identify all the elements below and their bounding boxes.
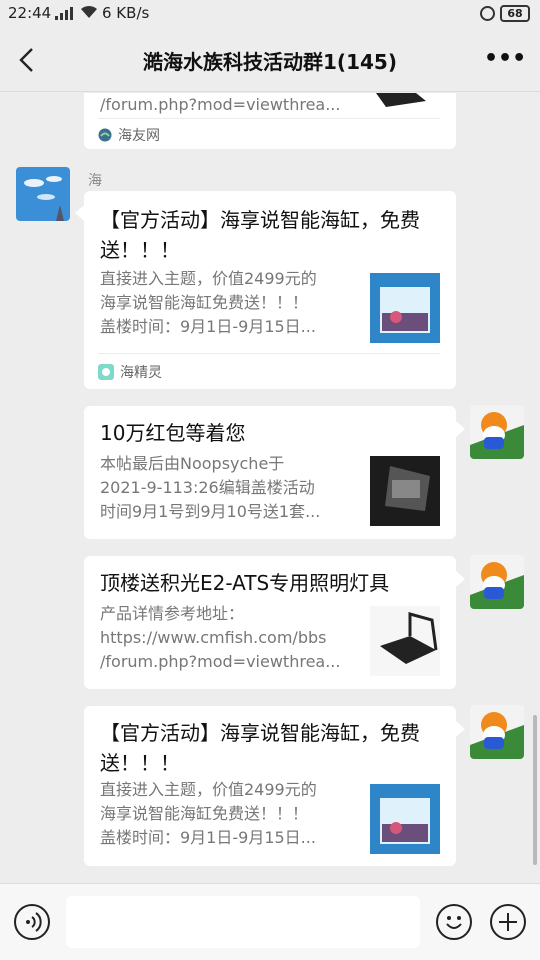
card-title: 顶楼送积光E2-ATS专用照明灯具: [100, 571, 390, 595]
status-bar: 22:44 6 KB/s 68: [0, 0, 540, 28]
scrollbar[interactable]: [533, 715, 537, 865]
divider: [98, 118, 440, 119]
avatar-cartoon-image: [470, 705, 524, 759]
card-source: 海友网: [98, 125, 160, 145]
link-card[interactable]: 10万红包等着您 本帖最后由Noopsyche于 2021-9-113:26编辑…: [84, 406, 456, 539]
source-logo-icon: [98, 128, 112, 142]
avatar[interactable]: [16, 167, 70, 221]
battery-icon: 68: [500, 5, 530, 22]
card-title: 【官方活动】海享说智能海缸，免费送！！！: [100, 208, 420, 262]
thumbnail-image: [370, 606, 440, 676]
status-time: 22:44: [8, 4, 52, 22]
emoji-icon[interactable]: [436, 904, 472, 940]
link-card[interactable]: 【官方活动】海享说智能海缸，免费送！！！ 直接进入主题，价值2499元的 海享说…: [84, 191, 456, 389]
chat-message-list[interactable]: /forum.php?mod=viewthrea... 海友网 海 【官方活动】…: [0, 93, 540, 883]
network-speed: 6 KB/s: [102, 4, 150, 22]
cellular-signal-icon: [55, 6, 73, 20]
avatar-cartoon-image: [470, 405, 524, 459]
card-source-name: 海精灵: [120, 365, 162, 381]
chat-title: 澔海水族科技活动群1(145): [143, 50, 397, 74]
bubble-tail: [456, 421, 465, 437]
avatar[interactable]: [470, 705, 524, 759]
link-card[interactable]: /forum.php?mod=viewthrea... 海友网: [84, 93, 456, 149]
chat-header: 澔海水族科技活动群1(145) •••: [0, 28, 540, 92]
card-description: 本帖最后由Noopsyche于 2021-9-113:26编辑盖楼活动 时间9月…: [100, 454, 321, 521]
avatar[interactable]: [470, 405, 524, 459]
input-bar: [0, 883, 540, 960]
more-functions-icon[interactable]: [490, 904, 526, 940]
avatar[interactable]: [470, 555, 524, 609]
source-logo-icon: [98, 364, 114, 380]
message-input[interactable]: [66, 896, 420, 948]
sender-name: 海: [88, 173, 102, 189]
thumbnail-image: [376, 93, 426, 107]
more-options-icon[interactable]: •••: [484, 48, 526, 72]
rotation-lock-icon: [480, 6, 495, 21]
link-card[interactable]: 顶楼送积光E2-ATS专用照明灯具 产品详情参考地址： https://www.…: [84, 556, 456, 689]
card-description: /forum.php?mod=viewthrea...: [100, 95, 341, 114]
card-source: 海精灵: [98, 362, 162, 382]
card-source-name: 海友网: [118, 128, 160, 144]
bubble-tail: [456, 571, 465, 587]
divider: [98, 353, 440, 354]
card-title: 【官方活动】海享说智能海缸，免费送！！！: [100, 721, 420, 775]
card-description: 直接进入主题，价值2499元的 海享说智能海缸免费送！！！ 盖楼时间：9月1日-…: [100, 269, 317, 336]
back-arrow-icon[interactable]: [14, 46, 42, 74]
card-description: 产品详情参考地址： https://www.cmfish.com/bbs /fo…: [100, 604, 341, 671]
wifi-icon: [81, 5, 97, 18]
thumbnail-image: [370, 456, 440, 526]
card-title: 10万红包等着您: [100, 421, 246, 445]
avatar-sky-image: [16, 167, 70, 221]
avatar-cartoon-image: [470, 555, 524, 609]
bubble-tail: [75, 205, 84, 221]
link-card[interactable]: 【官方活动】海享说智能海缸，免费送！！！ 直接进入主题，价值2499元的 海享说…: [84, 706, 456, 866]
bubble-tail: [456, 721, 465, 737]
card-description: 直接进入主题，价值2499元的 海享说智能海缸免费送！！！ 盖楼时间：9月1日-…: [100, 780, 317, 847]
thumbnail-image: [370, 273, 440, 343]
voice-input-icon[interactable]: [14, 904, 50, 940]
thumbnail-image: [370, 784, 440, 854]
